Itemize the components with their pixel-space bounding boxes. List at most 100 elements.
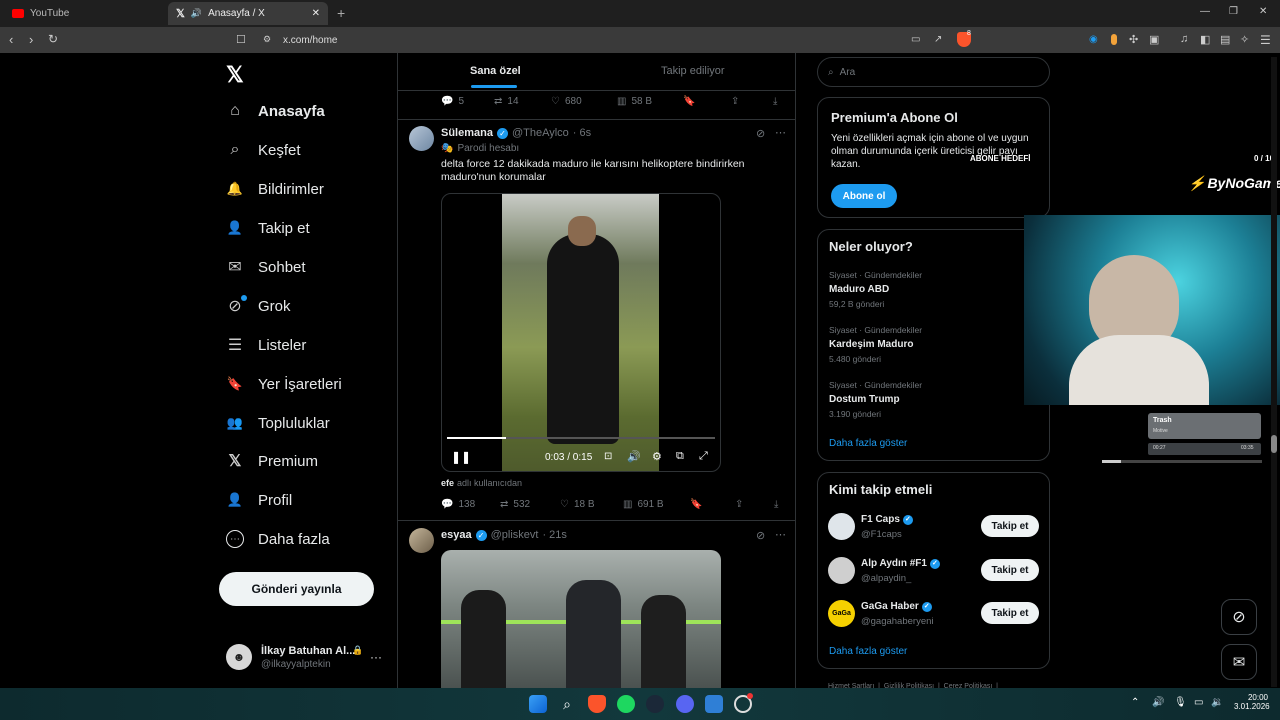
author-name[interactable]: esyaa xyxy=(441,529,472,541)
messages-float-button[interactable]: ✉ xyxy=(1221,644,1257,680)
scrollbar-thumb[interactable] xyxy=(1271,435,1277,453)
sidebar-item-home[interactable]: ⌂ Anasayfa xyxy=(226,102,325,120)
cast-icon[interactable]: ▭ xyxy=(911,34,920,45)
wallet-icon[interactable]: ▣ xyxy=(1149,33,1159,46)
sidebar-item-explore[interactable]: ⌕ Keşfet xyxy=(226,141,301,159)
maximize-button[interactable]: ❐ xyxy=(1229,6,1238,17)
trend-item[interactable]: Siyaset · Gündemdekiler Kardeşim Maduro … xyxy=(829,325,922,364)
follow-button[interactable]: Takip et xyxy=(981,515,1039,537)
tab-youtube[interactable]: YouTube xyxy=(4,2,164,25)
volume-icon[interactable]: 🔊 xyxy=(627,450,641,463)
page-scrollbar[interactable] xyxy=(1271,57,1277,687)
grok-icon[interactable]: ⊘ xyxy=(756,127,765,140)
pause-icon[interactable]: ❚❚ xyxy=(451,450,471,464)
tab-for-you[interactable]: Sana özel xyxy=(470,65,521,77)
x-logo-icon[interactable]: 𝕏 xyxy=(226,62,244,88)
sidebar-item-follow[interactable]: 👤 Takip et xyxy=(226,219,310,237)
avatar[interactable] xyxy=(409,528,434,553)
music-icon[interactable]: ♫ xyxy=(1180,33,1188,45)
close-window-button[interactable]: ✕ xyxy=(1259,6,1267,17)
like-button[interactable]: ♡ 18 B xyxy=(560,499,595,510)
sidebar-item-bookmarks[interactable]: 🔖 Yer İşaretleri xyxy=(226,375,342,393)
share-button[interactable]: ⇪ xyxy=(735,499,743,510)
source-user[interactable]: efe xyxy=(441,478,454,488)
repost-button[interactable]: ⇄ 532 xyxy=(500,499,530,510)
discord-icon[interactable] xyxy=(676,695,694,713)
tabs-icon[interactable]: ▤ xyxy=(1220,33,1230,46)
subscribe-button[interactable]: Abone ol xyxy=(831,184,897,208)
views-button[interactable]: ▥ 691 B xyxy=(623,499,664,510)
sidebar-item-notifications[interactable]: 🔔 Bildirimler xyxy=(226,180,324,198)
start-icon[interactable] xyxy=(529,695,547,713)
search-icon[interactable]: ⌕ xyxy=(558,695,576,713)
author-handle[interactable]: @TheAylco xyxy=(512,127,569,139)
leo-ai-icon[interactable]: ✧ xyxy=(1240,33,1249,46)
author-name[interactable]: Sülemana xyxy=(441,127,493,139)
avatar[interactable]: ☻ xyxy=(226,644,252,670)
reply-button[interactable]: 💬 5 xyxy=(441,96,464,107)
extensions-puzzle-icon[interactable]: ✣ xyxy=(1129,33,1138,46)
suggestion-name[interactable]: F1 Caps ✓ xyxy=(861,514,913,525)
avatar[interactable] xyxy=(828,513,855,540)
new-tab-button[interactable]: + xyxy=(337,5,345,21)
grok-icon[interactable]: ⊘ xyxy=(756,529,765,542)
minimize-button[interactable]: — xyxy=(1200,6,1210,17)
site-info-icon[interactable]: ⚙ xyxy=(263,34,271,45)
sidebar-item-chat[interactable]: ✉ Sohbet xyxy=(226,258,305,277)
like-button[interactable]: ♡ 680 xyxy=(551,96,582,107)
captions-icon[interactable]: ⊡ xyxy=(604,451,612,462)
more-icon[interactable]: ⋯ xyxy=(775,528,786,541)
download-button[interactable]: ⤓ xyxy=(774,499,778,510)
bookmark-button[interactable]: 🔖 xyxy=(690,499,702,510)
spotify-icon[interactable] xyxy=(617,695,635,713)
download-button[interactable]: ⤓ xyxy=(773,96,777,107)
address-bar[interactable]: x.com/home xyxy=(283,35,337,46)
steam-icon[interactable] xyxy=(646,695,664,713)
account-more-button[interactable]: ··· xyxy=(370,650,382,664)
post-time[interactable]: · 6s xyxy=(573,127,591,139)
forward-icon[interactable]: › xyxy=(29,32,33,47)
follow-button[interactable]: Takip et xyxy=(981,602,1039,624)
post-time[interactable]: · 21s xyxy=(542,529,566,541)
sidebar-item-premium[interactable]: 𝕏 Premium xyxy=(226,452,318,471)
video-progress-track[interactable] xyxy=(447,437,715,439)
video-player[interactable]: ❚❚ 0:03 / 0:15 ⊡ 🔊 ⚙ ⧉ ⤢ xyxy=(441,193,721,472)
suggestion-name[interactable]: Alp Aydın #F1 ✓ xyxy=(861,558,940,569)
avatar[interactable] xyxy=(409,126,434,151)
show-more-link[interactable]: Daha fazla göster xyxy=(829,438,907,449)
repost-button[interactable]: ⇄ 14 xyxy=(494,96,519,107)
reply-button[interactable]: 💬 138 xyxy=(441,499,475,510)
more-icon[interactable]: ⋯ xyxy=(775,126,786,139)
avatar[interactable] xyxy=(828,557,855,584)
gaga-logo[interactable]: GaGa xyxy=(828,600,855,627)
trend-item[interactable]: Siyaset · Gündemdekiler Dostum Trump 3.1… xyxy=(829,380,922,419)
volume-icon[interactable]: 🔉 xyxy=(1211,697,1223,708)
share-icon[interactable]: ↗ xyxy=(934,34,942,45)
microphone-icon[interactable]: 🎙 xyxy=(1174,697,1187,708)
extension-icon[interactable] xyxy=(1111,34,1117,45)
tray-chevron-icon[interactable]: ⌃ xyxy=(1131,697,1139,708)
menu-icon[interactable]: ☰ xyxy=(1260,33,1271,47)
reload-icon[interactable]: ↻ xyxy=(48,32,58,46)
back-icon[interactable]: ‹ xyxy=(9,32,13,47)
pip-icon[interactable]: ⧉ xyxy=(676,450,684,463)
sidebar-item-grok[interactable]: ⊘ Grok xyxy=(226,297,290,316)
trend-item[interactable]: Siyaset · Gündemdekiler Maduro ABD 59,2 … xyxy=(829,270,922,309)
tab-x-home[interactable]: 𝕏 🔊 Anasayfa / X ✕ xyxy=(168,2,328,25)
close-tab-icon[interactable]: ✕ xyxy=(312,8,320,19)
bookmark-button[interactable]: 🔖 xyxy=(683,96,695,107)
speaker-icon[interactable]: 🔊 xyxy=(1152,697,1164,708)
show-more-link[interactable]: Daha fazla göster xyxy=(829,646,907,657)
network-icon[interactable]: ▭ xyxy=(1194,697,1203,708)
author-handle[interactable]: @pliskevt xyxy=(491,529,539,541)
suggestion-name[interactable]: GaGa Haber ✓ xyxy=(861,601,932,612)
brave-icon[interactable] xyxy=(588,695,606,713)
follow-button[interactable]: Takip et xyxy=(981,559,1039,581)
settings-icon[interactable]: ⚙ xyxy=(652,450,662,463)
search-input[interactable]: ⌕ Ara xyxy=(817,57,1050,87)
sidebar-item-communities[interactable]: 👥 Topluluklar xyxy=(226,414,330,432)
sidebar-item-more[interactable]: ⋯ Daha fazla xyxy=(226,530,330,548)
fullscreen-icon[interactable]: ⤢ xyxy=(699,450,708,463)
grok-float-button[interactable]: ⊘ xyxy=(1221,599,1257,635)
app-icon[interactable] xyxy=(705,695,723,713)
